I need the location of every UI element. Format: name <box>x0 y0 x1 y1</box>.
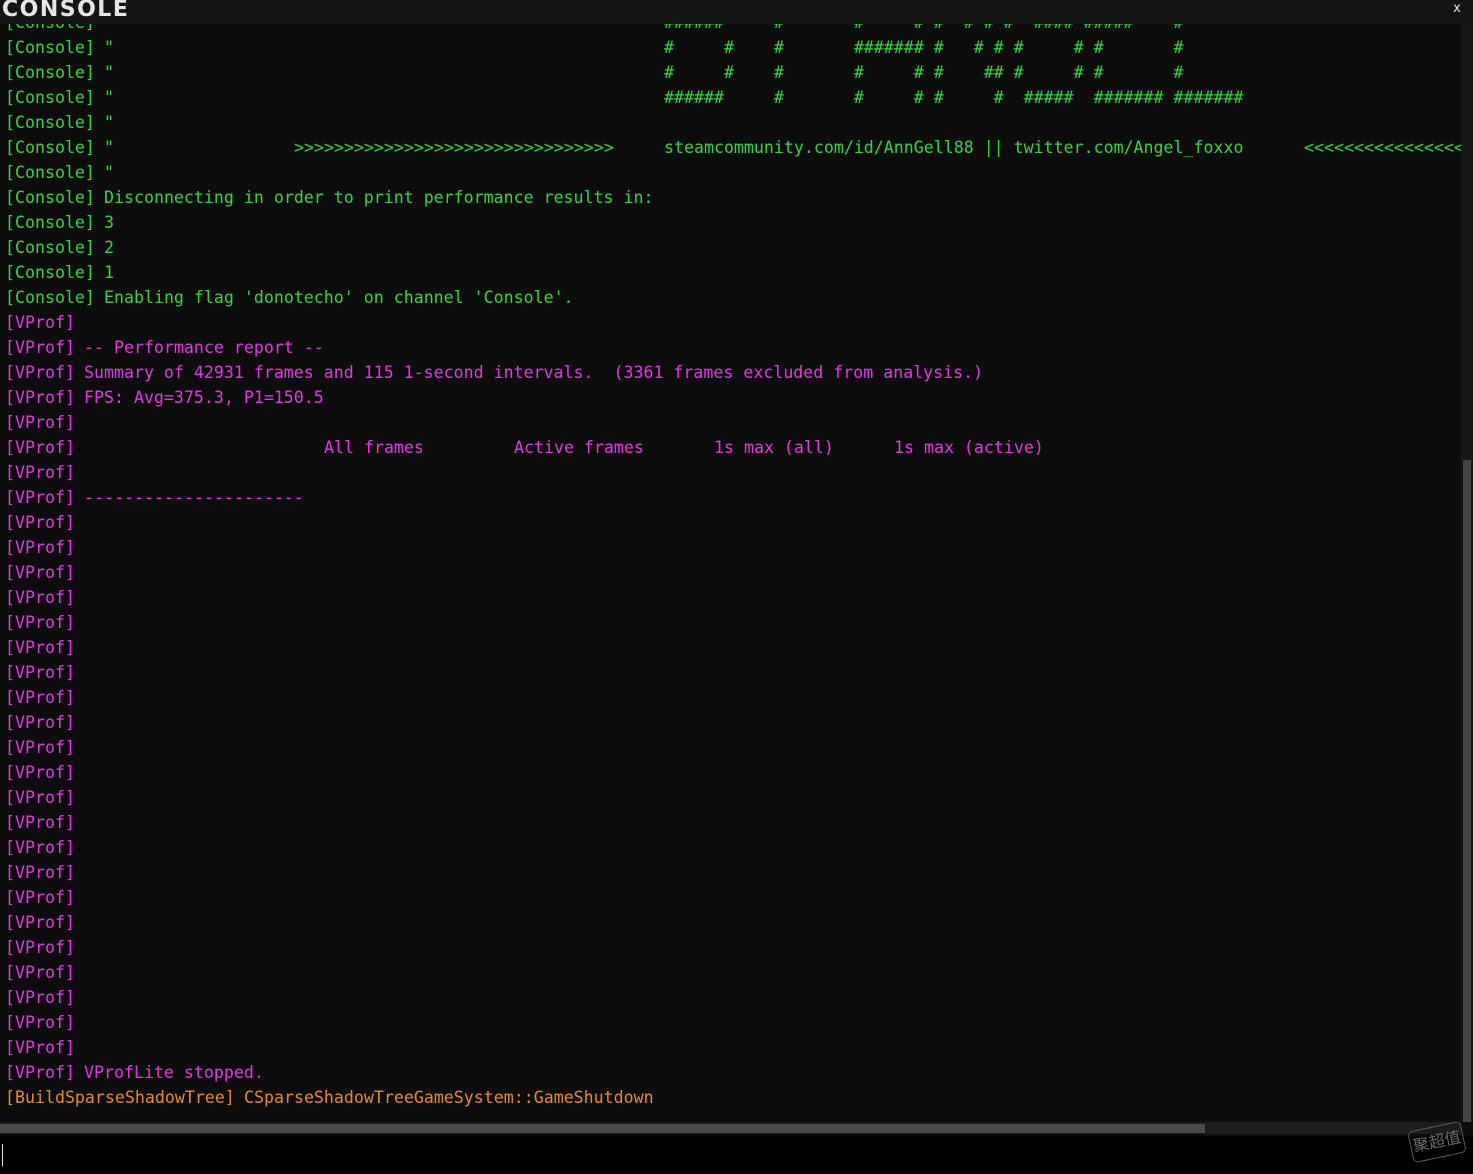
console-input[interactable] <box>0 1136 1473 1174</box>
log-quote: " <box>104 88 114 107</box>
log-tag: [VProf] <box>5 313 75 332</box>
banner-links: steamcommunity.com/id/AnnGell88 || twitt… <box>664 138 1244 157</box>
log-tag: [VProf] <box>5 788 75 807</box>
log-text: Summary of 42931 frames and 115 1-second… <box>84 363 984 382</box>
ascii-art: ###### # # # # # ##### ####### ####### <box>664 88 1244 107</box>
log-tag: [BuildSparseShadowTree] <box>5 1088 235 1107</box>
log-tag: [Console] <box>5 213 95 232</box>
text-caret <box>2 1144 3 1166</box>
log-tag: [VProf] <box>5 488 75 507</box>
log-tag: [VProf] <box>5 838 75 857</box>
log-tag: [Console] <box>5 88 95 107</box>
log-quote: " <box>104 38 114 57</box>
log-text: 2 <box>104 238 114 257</box>
horizontal-scroll-thumb[interactable] <box>0 1124 1205 1133</box>
log-text: FPS: Avg=375.3, P1=150.5 <box>84 388 324 407</box>
console-log[interactable]: [Console] " ###### # # # # # # # #### ####… <box>0 24 1461 1122</box>
log-quote: " <box>104 163 114 182</box>
log-tag: [VProf] <box>5 1063 75 1082</box>
log-text: 1 <box>104 263 114 282</box>
log-tag: [VProf] <box>5 988 75 1007</box>
banner-arrows-right: <<<<<<<<<<<<<<<<<<< <box>1304 138 1461 157</box>
log-tag: [Console] <box>5 288 95 307</box>
log-tag: [VProf] <box>5 613 75 632</box>
log-tag: [VProf] <box>5 1038 75 1057</box>
ascii-art: # # # # # # ## # # # # <box>664 63 1184 82</box>
log-tag: [VProf] <box>5 813 75 832</box>
group-max-all: 1s max (all) <box>714 438 834 457</box>
log-tag: [VProf] <box>5 938 75 957</box>
log-tag: [Console] <box>5 188 95 207</box>
log-tag: [VProf] <box>5 863 75 882</box>
title-bar: CONSOLE x <box>0 0 1473 24</box>
log-text: 3 <box>104 213 114 232</box>
ascii-art: ###### # # # # # # # #### ##### # <box>664 24 1184 35</box>
banner-arrows-left: >>>>>>>>>>>>>>>>>>>>>>>>>>>>>>>> <box>294 138 614 157</box>
log-tag: [VProf] <box>5 888 75 907</box>
group-active-frames: Active frames <box>514 438 644 457</box>
rule-name: ---------------------- <box>84 488 304 507</box>
log-tag: [VProf] <box>5 663 75 682</box>
group-all-frames: All frames <box>324 438 424 457</box>
vertical-scroll-thumb[interactable] <box>1463 460 1471 1122</box>
log-quote: " <box>104 24 114 35</box>
log-tag: [Console] <box>5 163 95 182</box>
log-tag: [Console] <box>5 38 95 57</box>
log-text: CSparseShadowTreeGameSystem::GameShutdow… <box>244 1088 654 1107</box>
log-tag: [Console] <box>5 63 95 82</box>
log-tag: [VProf] <box>5 438 75 457</box>
log-tag: [Console] <box>5 238 95 257</box>
log-tag: [VProf] <box>5 913 75 932</box>
log-tag: [VProf] <box>5 413 75 432</box>
log-tag: [VProf] <box>5 1013 75 1032</box>
log-tag: [VProf] <box>5 588 75 607</box>
log-tag: [Console] <box>5 113 95 132</box>
log-tag: [VProf] <box>5 338 75 357</box>
log-quote: " <box>104 63 114 82</box>
log-text: Enabling flag 'donotecho' on channel 'Co… <box>104 288 574 307</box>
log-tag: [VProf] <box>5 688 75 707</box>
log-tag: [VProf] <box>5 638 75 657</box>
log-tag: [VProf] <box>5 363 75 382</box>
log-text: VProfLite stopped. <box>84 1063 264 1082</box>
log-tag: [VProf] <box>5 563 75 582</box>
log-tag: [VProf] <box>5 463 75 482</box>
log-tag: [VProf] <box>5 963 75 982</box>
close-icon[interactable]: x <box>1449 1 1465 17</box>
log-tag: [Console] <box>5 263 95 282</box>
log-tag: [VProf] <box>5 388 75 407</box>
ascii-art: # # # ####### # # # # # # # <box>664 38 1184 57</box>
log-text: -- Performance report -- <box>84 338 324 357</box>
log-tag: [VProf] <box>5 738 75 757</box>
log-tag: [VProf] <box>5 513 75 532</box>
log-text: Disconnecting in order to print performa… <box>104 188 654 207</box>
log-tag: [VProf] <box>5 763 75 782</box>
log-quote: " <box>104 138 114 157</box>
log-tag: [Console] <box>5 138 95 157</box>
log-tag: [VProf] <box>5 713 75 732</box>
window-title: CONSOLE <box>2 0 130 22</box>
log-tag: [VProf] <box>5 538 75 557</box>
group-max-active: 1s max (active) <box>894 438 1044 457</box>
log-tag: [Console] <box>5 24 95 35</box>
log-quote: " <box>104 113 114 132</box>
